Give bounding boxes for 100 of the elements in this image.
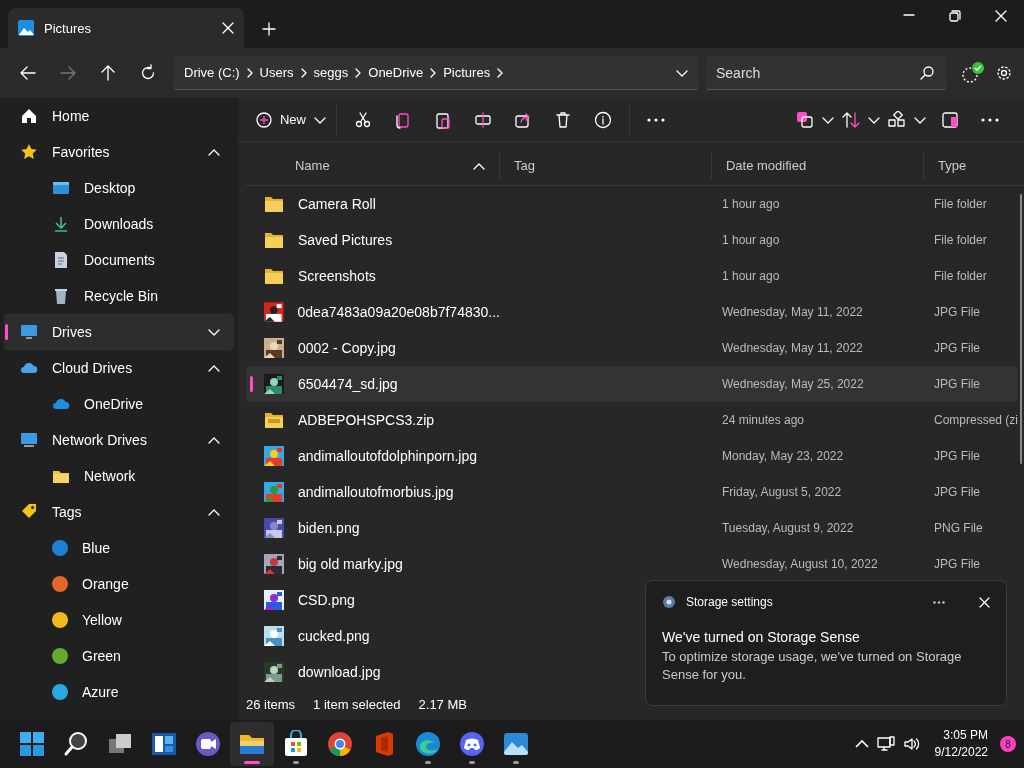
scrollbar[interactable] <box>1020 194 1022 464</box>
close-icon[interactable] <box>994 9 1008 23</box>
photos-icon[interactable] <box>502 730 530 758</box>
file-row[interactable]: 0002 - Copy.jpg Wednesday, May 11, 2022 JPG File <box>245 330 1018 366</box>
file-row[interactable]: biden.png Tuesday, August 9, 2022 PNG File <box>245 510 1018 546</box>
sidebar-item[interactable]: Blue <box>4 530 234 566</box>
cut-icon[interactable] <box>354 110 372 129</box>
sidebar-item[interactable]: Downloads <box>4 206 234 242</box>
file-row[interactable]: 6504474_sd.jpg Wednesday, May 25, 2022 JPG File <box>245 366 1018 402</box>
search-field[interactable]: Search <box>706 56 946 90</box>
sidebar-item[interactable]: Network <box>4 458 234 494</box>
file-name: 0002 - Copy.jpg <box>297 340 396 356</box>
sidebar-item[interactable]: Recycle Bin <box>4 278 234 314</box>
sidebar-item[interactable]: OneDrive <box>4 386 234 422</box>
chat-icon[interactable] <box>458 730 486 758</box>
volume-icon[interactable] <box>902 736 921 752</box>
rename-icon[interactable] <box>474 110 492 129</box>
address-bar[interactable]: Drive (C:) Users seggs OneDrive Pictures <box>174 56 698 90</box>
taskbar-button[interactable] <box>230 722 274 766</box>
chevron-down-icon[interactable] <box>314 115 326 124</box>
breadcrumb[interactable]: Users <box>259 65 294 80</box>
file-row[interactable]: Saved Pictures 1 hour ago File folder <box>245 222 1018 258</box>
delete-icon[interactable] <box>554 110 572 129</box>
chevron-up-icon[interactable] <box>207 508 220 516</box>
info-icon[interactable] <box>594 110 612 129</box>
up-arrow-icon[interactable] <box>99 64 117 82</box>
clock[interactable]: 3:05 PM 9/12/2022 <box>934 727 988 761</box>
file-row[interactable]: Camera Roll 1 hour ago File folder <box>245 186 1018 222</box>
file-row[interactable]: andimalloutofdolphinporn.jpg Monday, May 23, 2022 JPG File <box>245 438 1018 474</box>
column-header[interactable]: Name <box>245 152 500 179</box>
close-icon[interactable] <box>979 596 990 608</box>
paste-icon[interactable] <box>434 110 452 129</box>
more-icon[interactable] <box>981 117 999 122</box>
restore-icon[interactable] <box>948 9 962 23</box>
sidebar-item[interactable]: Drives <box>4 314 234 350</box>
notification-badge[interactable]: 8 <box>1000 736 1016 752</box>
close-icon[interactable] <box>222 22 234 34</box>
new-button[interactable]: New <box>251 103 330 136</box>
sidebar-item[interactable]: Home <box>4 98 234 134</box>
file-type: JPG File <box>932 485 981 499</box>
video-chat-icon[interactable] <box>194 730 222 758</box>
sidebar-item[interactable]: Documents <box>4 242 234 278</box>
sidebar-item[interactable]: Tags <box>4 494 234 530</box>
sync-icon[interactable] <box>960 61 986 85</box>
column-header[interactable]: Type <box>923 152 1024 179</box>
file-row[interactable]: 0dea7483a09a20e08b7f74830... Wednesday, May 11, 2022 JPG File <box>245 294 1018 330</box>
back-icon[interactable] <box>19 64 37 82</box>
sidebar-item[interactable]: Green <box>4 638 234 674</box>
file-type: JPG File <box>932 305 981 319</box>
search-icon[interactable] <box>62 730 90 758</box>
star-icon <box>20 143 38 161</box>
file-row[interactable]: andimalloutofmorbius.jpg Friday, August 5, 2022 JPG File <box>245 474 1018 510</box>
chevron-down-icon[interactable] <box>914 115 926 124</box>
file-row[interactable]: ADBEPOHSPCS3.zip 24 minutes ago Compressed (zi <box>245 402 1018 438</box>
preview-pane-icon[interactable] <box>941 110 959 129</box>
browser-icon[interactable] <box>414 730 442 758</box>
chevron-up-icon[interactable] <box>207 364 220 372</box>
breadcrumb[interactable]: OneDrive <box>368 65 424 80</box>
breadcrumb[interactable]: Drive (C:) <box>184 65 240 80</box>
widgets-icon[interactable] <box>150 730 178 758</box>
refresh-icon[interactable] <box>139 64 157 82</box>
chevron-down-icon[interactable] <box>676 68 688 77</box>
start-icon[interactable] <box>18 730 46 758</box>
chevron-up-icon[interactable] <box>854 739 869 749</box>
store-icon[interactable] <box>282 730 310 758</box>
search-icon[interactable] <box>920 66 934 80</box>
sidebar-item[interactable]: Orange <box>4 566 234 602</box>
sidebar-item[interactable]: Cloud Drives <box>4 350 234 386</box>
sidebar-item[interactable]: Azure <box>4 674 234 710</box>
sidebar-item[interactable]: Network Drives <box>4 422 234 458</box>
chevron-right-icon <box>299 67 308 78</box>
chevron-down-icon[interactable] <box>868 115 880 124</box>
chevron-down-icon[interactable] <box>822 115 834 124</box>
file-row[interactable]: Screenshots 1 hour ago File folder <box>245 258 1018 294</box>
sidebar-item[interactable]: Favorites <box>4 134 234 170</box>
chevron-up-icon[interactable] <box>207 148 220 156</box>
more-icon[interactable] <box>933 600 945 604</box>
sidebar-item[interactable]: Yellow <box>4 602 234 638</box>
breadcrumb[interactable]: seggs <box>313 65 349 80</box>
forward-icon[interactable] <box>59 64 77 82</box>
select-icon[interactable] <box>796 110 814 129</box>
tab[interactable]: Pictures <box>8 8 244 48</box>
column-header[interactable]: Date modified <box>711 152 924 179</box>
file-row[interactable]: big old marky.jpg Wednesday, August 10, 2022 JPG File <box>245 546 1018 582</box>
column-header[interactable]: Tag <box>499 152 712 179</box>
breadcrumb[interactable]: Pictures <box>443 65 491 80</box>
chevron-up-icon[interactable] <box>207 436 220 444</box>
item-count: 26 items <box>245 696 296 712</box>
settings-icon[interactable] <box>996 65 1012 81</box>
chevron-down-icon[interactable] <box>207 328 220 336</box>
layout-icon[interactable] <box>888 110 906 129</box>
sort-icon[interactable] <box>472 161 485 170</box>
sidebar-item[interactable]: Desktop <box>4 170 234 206</box>
plus-icon[interactable] <box>262 22 276 36</box>
sort-icon[interactable] <box>842 110 860 129</box>
copy-icon[interactable] <box>394 110 412 129</box>
more-icon[interactable] <box>647 117 665 122</box>
file-type: File folder <box>932 269 988 283</box>
browser-icon[interactable] <box>326 730 354 758</box>
network-icon[interactable] <box>876 736 895 752</box>
